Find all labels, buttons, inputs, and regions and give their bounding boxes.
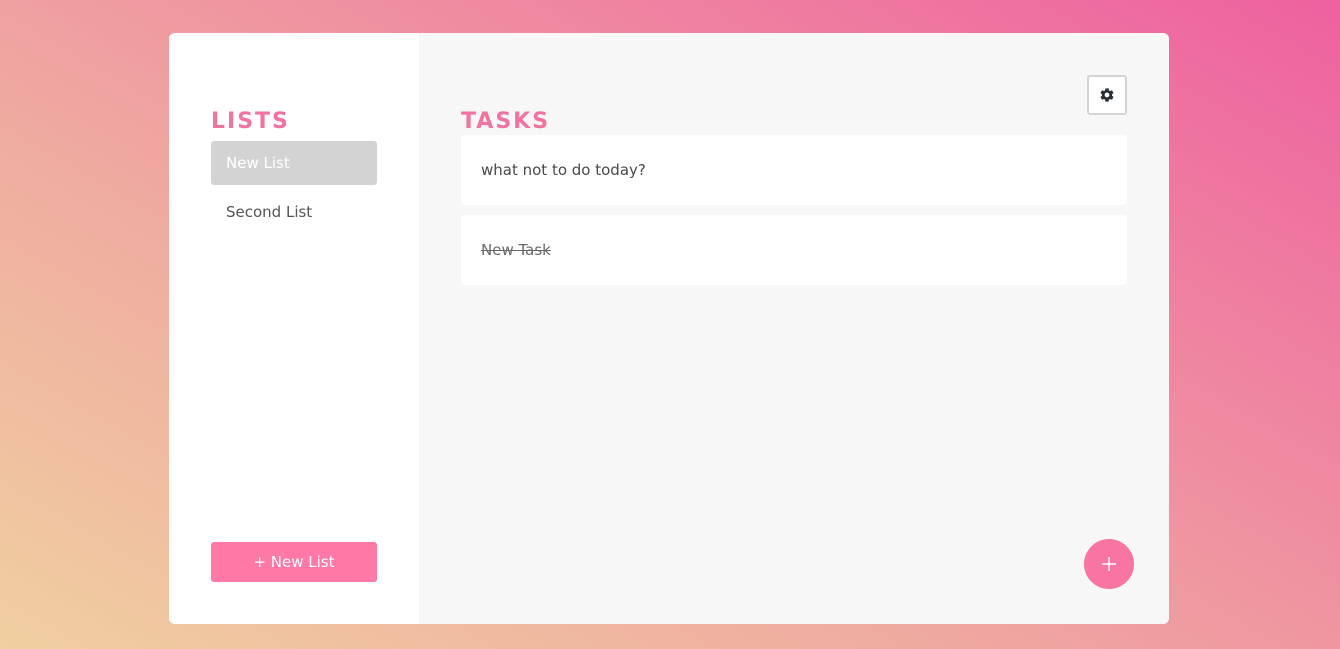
gear-icon (1100, 88, 1114, 102)
lists-sidebar: LISTS New List Second List + New List (169, 33, 419, 624)
app-window: LISTS New List Second List + New List TA… (169, 33, 1169, 624)
list-item-new-list[interactable]: New List (211, 141, 377, 185)
task-label: New Task (481, 241, 551, 259)
list-items: New List Second List (211, 141, 377, 239)
add-task-button[interactable] (1084, 539, 1134, 589)
list-item-second-list[interactable]: Second List (211, 190, 377, 234)
tasks-title: TASKS (461, 109, 551, 134)
task-label: what not to do today? (481, 161, 646, 179)
tasks-panel: TASKS what not to do today? New Task (419, 33, 1169, 624)
settings-button[interactable] (1087, 75, 1127, 115)
plus-icon (1102, 557, 1116, 571)
task-item[interactable]: what not to do today? (461, 135, 1127, 205)
new-list-button[interactable]: + New List (211, 542, 377, 582)
task-list: what not to do today? New Task (461, 135, 1127, 295)
lists-title: LISTS (211, 109, 290, 134)
task-item-completed[interactable]: New Task (461, 215, 1127, 285)
